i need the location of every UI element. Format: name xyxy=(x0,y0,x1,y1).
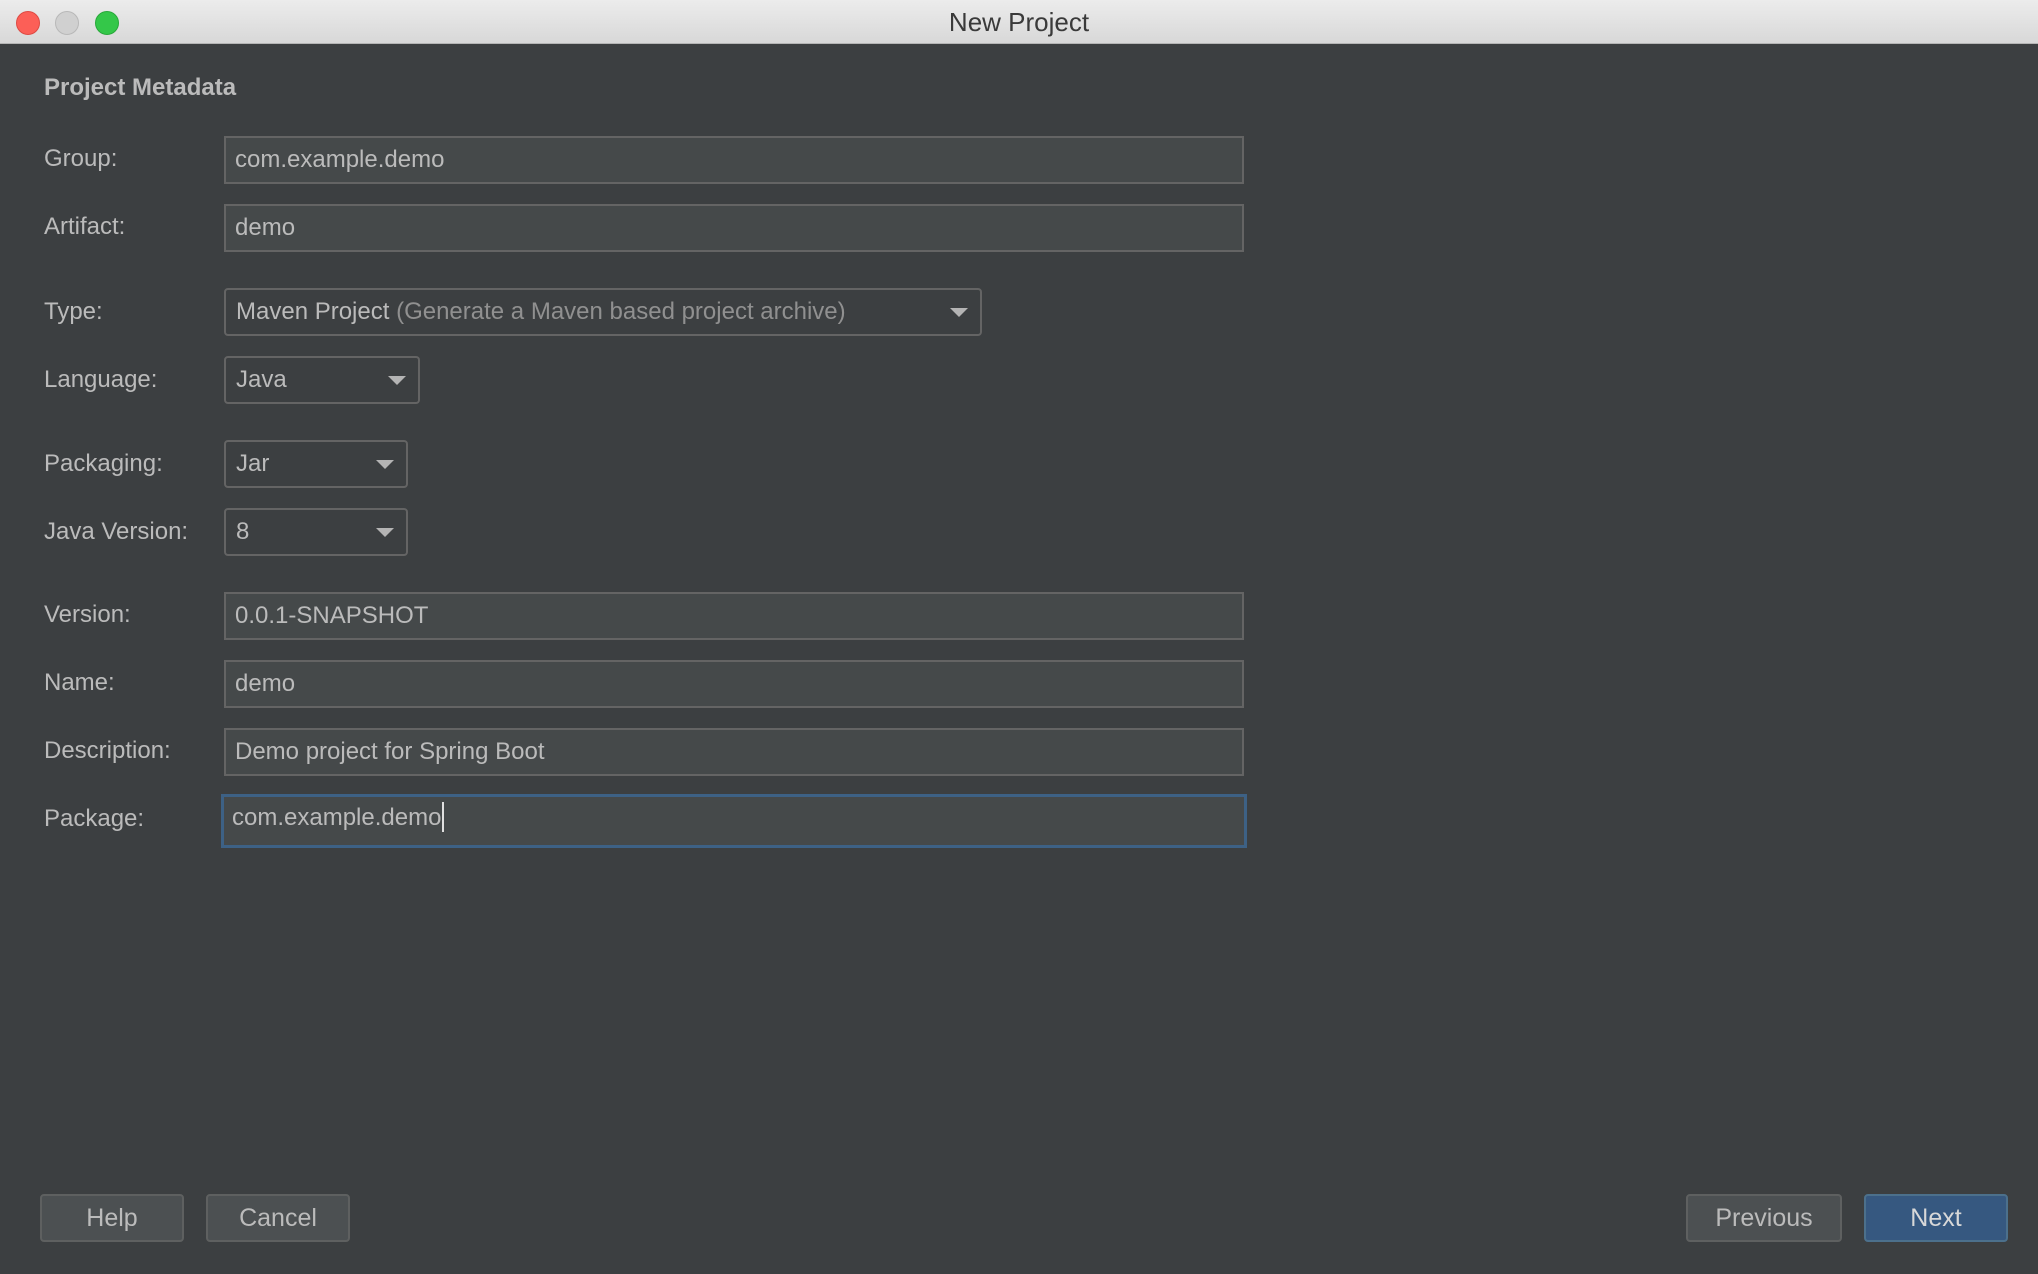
chevron-down-icon xyxy=(950,308,968,317)
section-title: Project Metadata xyxy=(44,74,236,102)
chevron-down-icon xyxy=(376,528,394,537)
language-dropdown[interactable]: Java xyxy=(224,356,420,404)
next-button[interactable]: Next xyxy=(1864,1194,2008,1242)
java-version-dropdown[interactable]: 8 xyxy=(224,508,408,556)
java-version-label: Java Version: xyxy=(44,518,188,546)
previous-button[interactable]: Previous xyxy=(1686,1194,1842,1242)
package-input[interactable]: com.example.demo xyxy=(221,794,1247,848)
help-button[interactable]: Help xyxy=(40,1194,184,1242)
artifact-label: Artifact: xyxy=(44,213,125,241)
packaging-value: Jar xyxy=(236,450,269,477)
version-label: Version: xyxy=(44,601,131,629)
type-dropdown[interactable]: Maven Project (Generate a Maven based pr… xyxy=(224,288,982,336)
chevron-down-icon xyxy=(376,460,394,469)
language-value: Java xyxy=(236,366,287,393)
window-title: New Project xyxy=(0,0,2038,44)
artifact-input[interactable]: demo xyxy=(224,204,1244,252)
chevron-down-icon xyxy=(388,376,406,385)
type-value: Maven Project xyxy=(236,298,389,325)
cancel-button[interactable]: Cancel xyxy=(206,1194,350,1242)
type-hint: (Generate a Maven based project archive) xyxy=(396,298,846,325)
description-label: Description: xyxy=(44,737,171,765)
group-input[interactable]: com.example.demo xyxy=(224,136,1244,184)
name-label: Name: xyxy=(44,669,115,697)
title-bar: New Project xyxy=(0,0,2038,44)
package-label: Package: xyxy=(44,805,144,833)
group-label: Group: xyxy=(44,145,117,173)
packaging-label: Packaging: xyxy=(44,450,163,478)
type-label: Type: xyxy=(44,298,103,326)
description-input[interactable]: Demo project for Spring Boot xyxy=(224,728,1244,776)
version-input[interactable]: 0.0.1-SNAPSHOT xyxy=(224,592,1244,640)
package-value: com.example.demo xyxy=(232,804,441,831)
text-caret xyxy=(442,802,444,832)
java-version-value: 8 xyxy=(236,518,249,545)
language-label: Language: xyxy=(44,366,157,394)
name-input[interactable]: demo xyxy=(224,660,1244,708)
packaging-dropdown[interactable]: Jar xyxy=(224,440,408,488)
